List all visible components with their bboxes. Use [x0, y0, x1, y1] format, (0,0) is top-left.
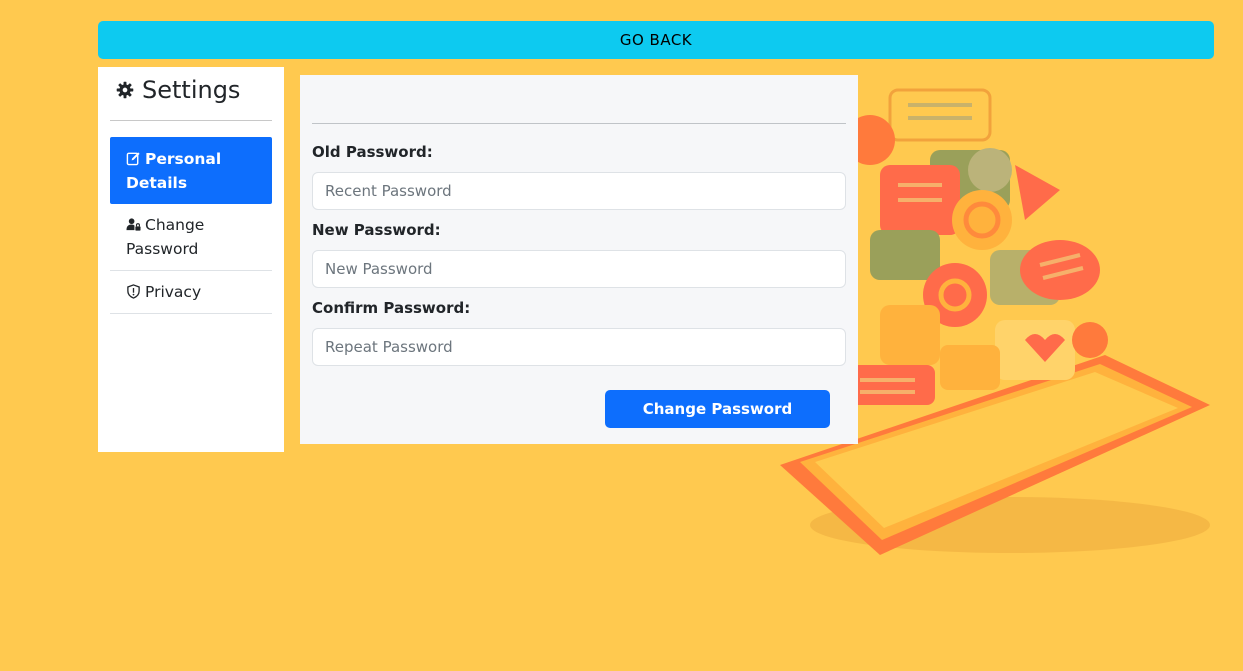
- sidebar-title: Settings: [116, 75, 240, 105]
- gear-icon: [116, 81, 134, 99]
- sidebar-item-label: Privacy: [145, 283, 202, 301]
- confirm-password-input[interactable]: [312, 328, 846, 366]
- sidebar-divider: [110, 120, 272, 121]
- confirm-password-label: Confirm Password:: [312, 299, 471, 317]
- sidebar-title-text: Settings: [142, 76, 241, 104]
- panel-divider: [312, 123, 846, 124]
- go-back-button[interactable]: GO BACK: [98, 21, 1214, 59]
- change-password-panel: Old Password: New Password: Confirm Pass…: [300, 75, 858, 444]
- edit-icon: [126, 152, 140, 166]
- change-password-button[interactable]: Change Password: [605, 390, 830, 428]
- shield-exclamation-icon: [127, 284, 140, 299]
- settings-nav: Personal Details Change Password Privacy: [110, 137, 272, 314]
- new-password-input[interactable]: [312, 250, 846, 288]
- settings-sidebar: Settings Personal Details Change Passwor…: [98, 67, 284, 452]
- sidebar-item-personal-details[interactable]: Personal Details: [110, 137, 272, 204]
- new-password-label: New Password:: [312, 221, 441, 239]
- sidebar-item-change-password[interactable]: Change Password: [110, 204, 272, 271]
- old-password-label: Old Password:: [312, 143, 433, 161]
- user-lock-icon: [126, 218, 141, 231]
- sidebar-item-privacy[interactable]: Privacy: [110, 271, 272, 314]
- old-password-input[interactable]: [312, 172, 846, 210]
